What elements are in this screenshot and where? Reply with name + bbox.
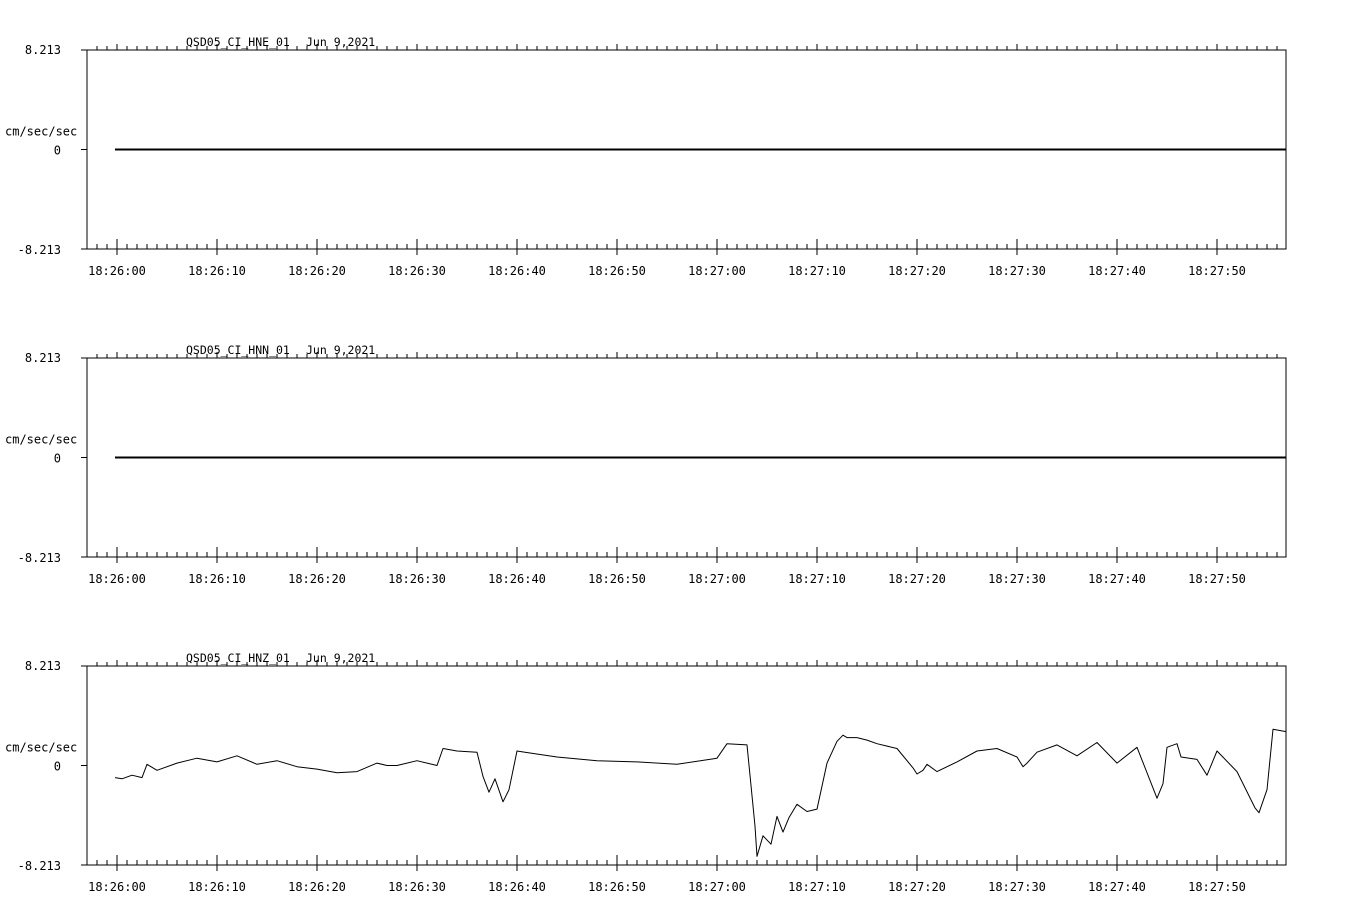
x-tick-label: 18:27:00 [688, 264, 746, 278]
date-label: Jun 9,2021 [306, 343, 375, 357]
x-tick-label: 18:26:30 [388, 880, 446, 894]
plot-frame [86, 665, 1287, 866]
x-tick-label: 18:26:50 [588, 572, 646, 586]
x-tick-label: 18:27:30 [988, 264, 1046, 278]
date-label: Jun 9,2021 [306, 35, 375, 49]
x-tick-label: 18:27:40 [1088, 572, 1146, 586]
x-tick-label: 18:26:00 [88, 880, 146, 894]
x-tick-label: 18:26:40 [488, 880, 546, 894]
x-tick-label: 18:26:10 [188, 264, 246, 278]
y-axis-label: cm/sec/sec [5, 741, 77, 755]
x-tick-label: 18:27:30 [988, 880, 1046, 894]
y-tick-label: 0 [54, 760, 61, 774]
x-tick-label: 18:27:20 [888, 264, 946, 278]
channel-title: QSD05_CI_HNZ_01 [186, 651, 290, 665]
y-axis-label: cm/sec/sec [5, 125, 77, 139]
x-tick-label: 18:27:00 [688, 572, 746, 586]
x-tick-label: 18:27:10 [788, 264, 846, 278]
x-tick-label: 18:26:10 [188, 880, 246, 894]
seismogram-plot: QSD05_CI_HNE_01 Jun 9,2021 8.213 0 -8.213 cm/… [5, 35, 1287, 894]
y-tick-label: -8.213 [18, 551, 61, 565]
y-tick-label: -8.213 [18, 859, 61, 873]
y-tick-label: 8.213 [25, 659, 61, 673]
y-tick-label: 8.213 [25, 351, 61, 365]
x-tick-label: 18:26:30 [388, 572, 446, 586]
x-tick-label: 18:26:40 [488, 572, 546, 586]
x-tick-label: 18:27:10 [788, 880, 846, 894]
x-tick-label: 18:26:30 [388, 264, 446, 278]
date-label: Jun 9,2021 [306, 651, 375, 665]
x-tick-label: 18:27:40 [1088, 264, 1146, 278]
x-tick-label: 18:27:10 [788, 572, 846, 586]
x-tick-label: 18:27:20 [888, 880, 946, 894]
x-tick-label: 18:26:40 [488, 264, 546, 278]
x-tick-label: 18:26:20 [288, 880, 346, 894]
x-tick-label: 18:26:00 [88, 264, 146, 278]
y-tick-label: 0 [54, 452, 61, 466]
channel-title: QSD05_CI_HNE_01 [186, 35, 290, 49]
x-tick-label: 18:26:20 [288, 264, 346, 278]
x-tick-label: 18:26:10 [188, 572, 246, 586]
x-tick-label: 18:27:30 [988, 572, 1046, 586]
x-tick-label: 18:27:50 [1188, 880, 1246, 894]
x-tick-label: 18:27:50 [1188, 572, 1246, 586]
y-axis-label: cm/sec/sec [5, 433, 77, 447]
x-tick-label: 18:27:40 [1088, 880, 1146, 894]
waveform-trace [114, 728, 1287, 857]
x-tick-label: 18:26:50 [588, 880, 646, 894]
x-tick-label: 18:26:00 [88, 572, 146, 586]
x-tick-label: 18:27:20 [888, 572, 946, 586]
x-tick-label: 18:27:50 [1188, 264, 1246, 278]
y-tick-label: 8.213 [25, 43, 61, 57]
x-tick-label: 18:26:50 [588, 264, 646, 278]
channel-title: QSD05_CI_HNN_01 [186, 343, 290, 357]
y-tick-label: -8.213 [18, 243, 61, 257]
y-tick-label: 0 [54, 144, 61, 158]
x-tick-label: 18:26:20 [288, 572, 346, 586]
x-tick-label: 18:27:00 [688, 880, 746, 894]
